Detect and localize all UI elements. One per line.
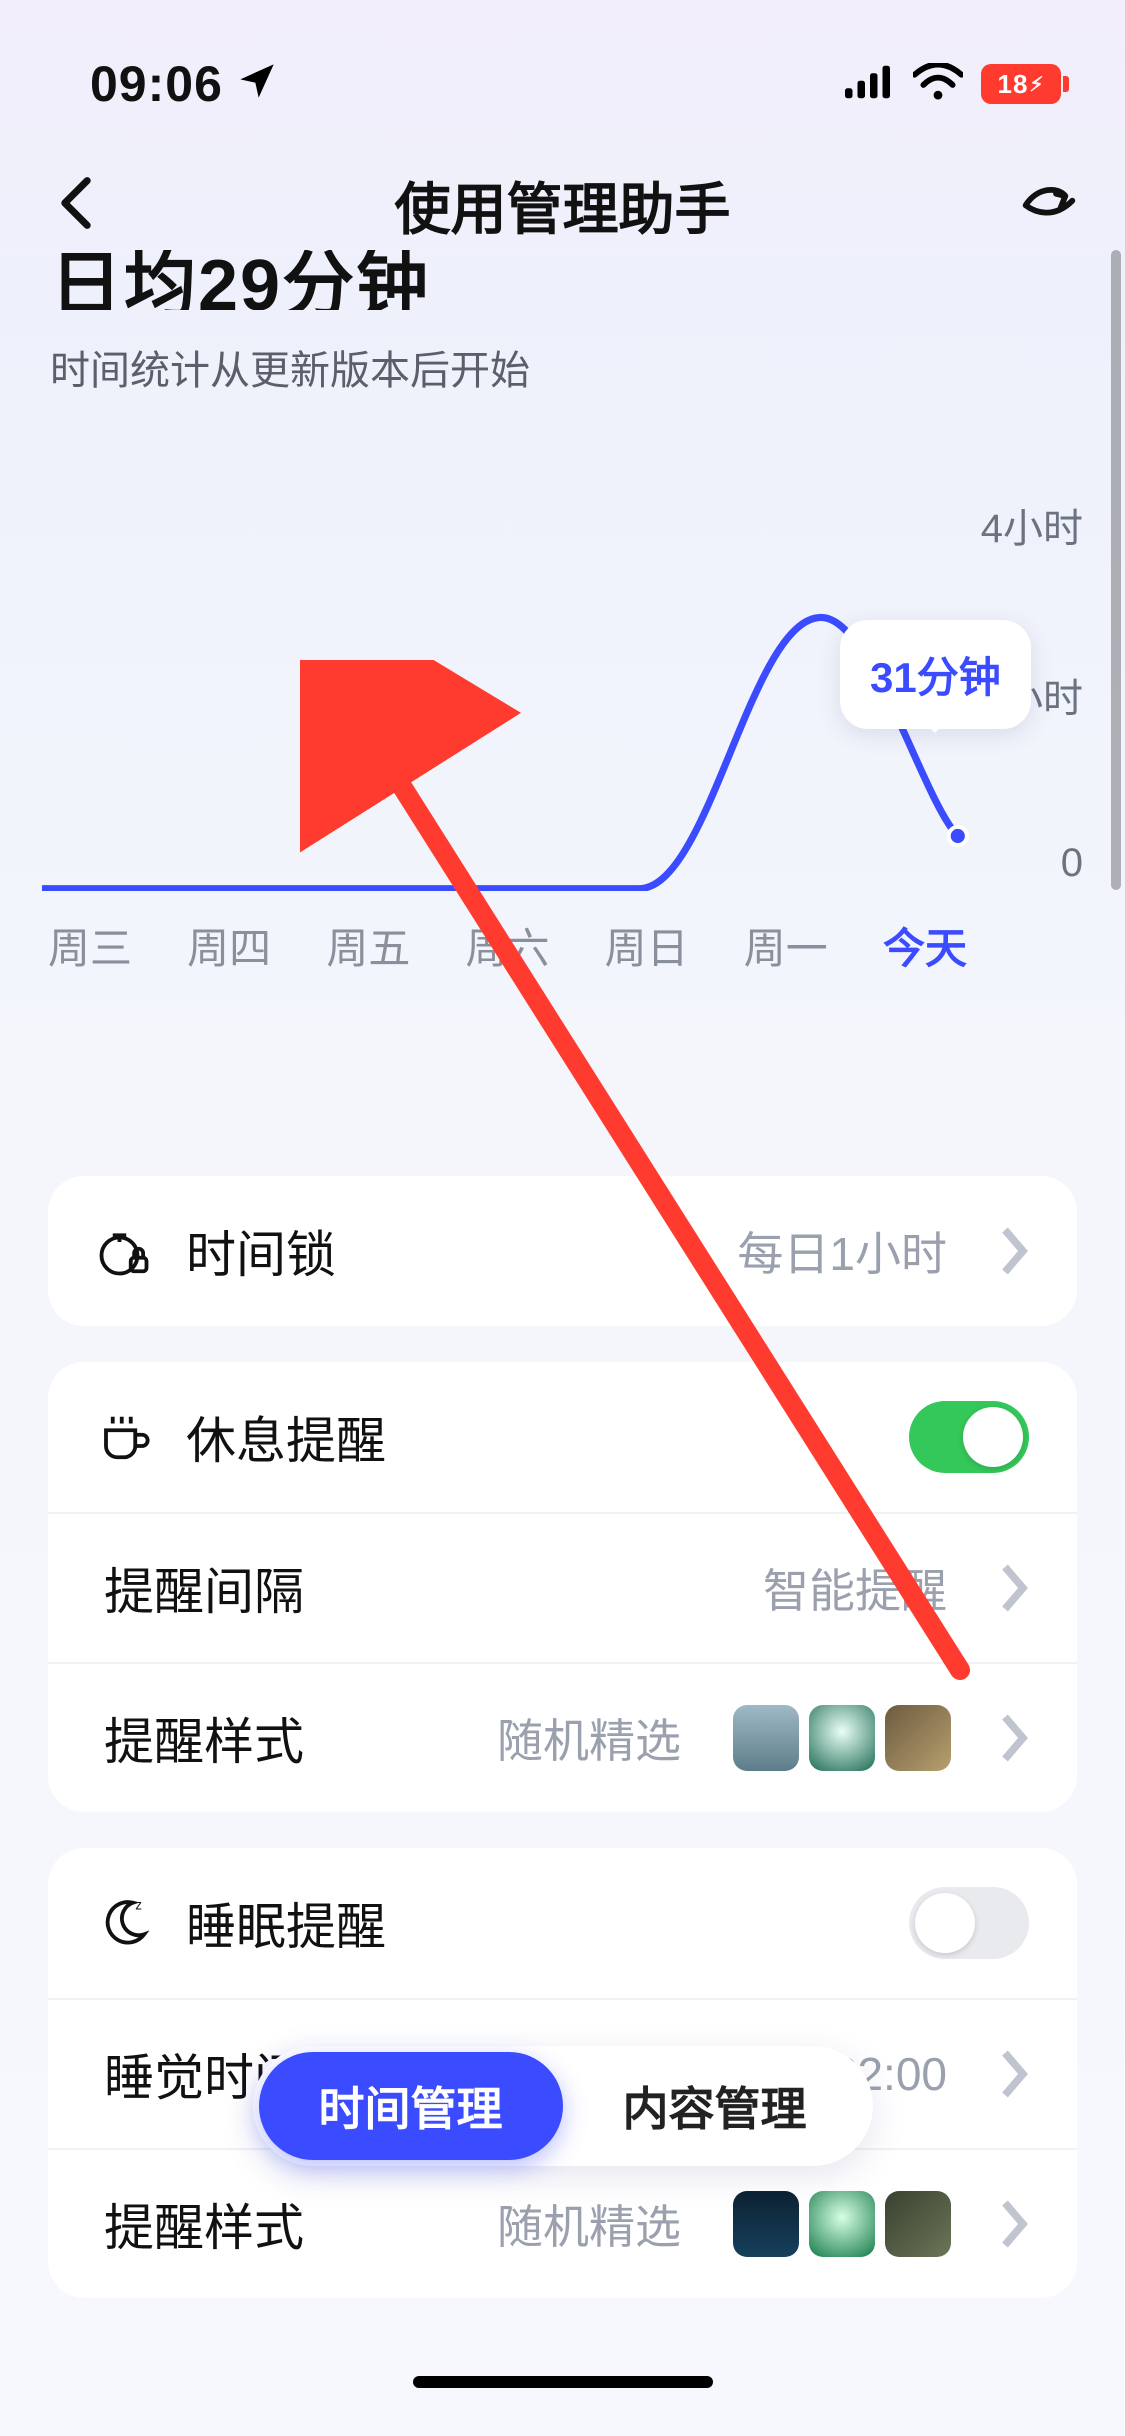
usage-summary: 日均29分钟 时间统计从更新版本后开始 <box>0 250 1125 436</box>
scroll-indicator[interactable] <box>1111 250 1121 890</box>
rest-reminder-row: 休息提醒 <box>48 1362 1077 1512</box>
time-lock-value: 每日1小时 <box>737 1218 947 1284</box>
rest-interval-value: 智能提醒 <box>763 1555 947 1621</box>
y-tick: 4小时 <box>963 496 1083 554</box>
chevron-right-icon <box>999 1714 1029 1762</box>
rest-reminder-toggle[interactable] <box>909 1401 1029 1473</box>
chart-line <box>42 496 973 891</box>
chevron-right-icon <box>999 2200 1029 2248</box>
home-indicator[interactable] <box>413 2376 713 2388</box>
bottom-tabs: 时间管理 内容管理 <box>253 2046 873 2166</box>
chart-tooltip: 31分钟 <box>840 620 1031 729</box>
tab-content-management[interactable]: 内容管理 <box>563 2052 867 2160</box>
sleep-style-thumbs <box>733 2191 951 2257</box>
rest-style-label: 提醒样式 <box>104 1702 304 1774</box>
cup-icon <box>96 1409 152 1465</box>
page-title: 使用管理助手 <box>395 165 731 246</box>
sleep-style-value: 随机精选 <box>497 2191 681 2257</box>
rest-reminder-card: 休息提醒 提醒间隔 智能提醒 提醒样式 随机精选 <box>48 1362 1077 1812</box>
wifi-icon <box>913 55 963 113</box>
battery-percent: 18 <box>998 69 1029 100</box>
location-icon <box>237 55 277 113</box>
share-button[interactable] <box>1021 175 1077 236</box>
thumb-icon <box>885 1705 951 1771</box>
y-tick: 0 <box>963 841 1083 886</box>
x-tick[interactable]: 周六 <box>465 915 549 976</box>
chevron-right-icon <box>999 2050 1029 2098</box>
summary-headline: 日均29分钟 <box>50 250 1075 310</box>
tab-time-management[interactable]: 时间管理 <box>259 2052 563 2160</box>
tooltip-label: 31分钟 <box>870 654 1001 701</box>
rest-interval-label: 提醒间隔 <box>104 1552 304 1624</box>
rest-style-row[interactable]: 提醒样式 随机精选 <box>48 1662 1077 1812</box>
stopwatch-lock-icon <box>96 1223 152 1279</box>
back-button[interactable] <box>48 175 104 236</box>
summary-subline: 时间统计从更新版本后开始 <box>50 338 1075 396</box>
x-tick[interactable]: 周一 <box>744 915 828 976</box>
x-tick[interactable]: 周四 <box>187 915 271 976</box>
rest-style-thumbs <box>733 1705 951 1771</box>
moon-icon: z <box>96 1895 152 1951</box>
status-time: 09:06 <box>90 55 223 113</box>
chevron-right-icon <box>999 1564 1029 1612</box>
status-bar: 09:06 18⚡︎ <box>0 0 1125 140</box>
time-lock-row[interactable]: 时间锁 每日1小时 <box>48 1176 1077 1326</box>
sleep-reminder-toggle[interactable] <box>909 1887 1029 1959</box>
rest-interval-row[interactable]: 提醒间隔 智能提醒 <box>48 1512 1077 1662</box>
x-tick-today[interactable]: 今天 <box>883 915 967 976</box>
thumb-icon <box>809 1705 875 1771</box>
svg-text:z: z <box>135 1898 142 1913</box>
chevron-right-icon <box>999 1227 1029 1275</box>
sleep-reminder-label: 睡眠提醒 <box>186 1887 386 1959</box>
thumb-icon <box>809 2191 875 2257</box>
usage-chart[interactable]: 4小时 小时 0 31分钟 周三 周四 周五 周六 周日 周一 今天 <box>0 436 1125 976</box>
x-tick[interactable]: 周三 <box>48 915 132 976</box>
time-lock-label: 时间锁 <box>186 1215 336 1287</box>
sleep-reminder-row: z 睡眠提醒 <box>48 1848 1077 1998</box>
thumb-icon <box>733 2191 799 2257</box>
charging-icon: ⚡︎ <box>1029 72 1044 97</box>
rest-reminder-label: 休息提醒 <box>186 1401 386 1473</box>
sleep-style-label: 提醒样式 <box>104 2188 304 2260</box>
x-tick[interactable]: 周五 <box>326 915 410 976</box>
time-lock-card: 时间锁 每日1小时 <box>48 1176 1077 1326</box>
thumb-icon <box>885 2191 951 2257</box>
cellular-signal-icon <box>845 55 895 113</box>
chart-x-axis: 周三 周四 周五 周六 周日 周一 今天 <box>42 915 973 976</box>
sleep-style-row[interactable]: 提醒样式 随机精选 <box>48 2148 1077 2298</box>
thumb-icon <box>733 1705 799 1771</box>
chart-point-today <box>949 827 967 845</box>
rest-style-value: 随机精选 <box>497 1705 681 1771</box>
battery-indicator: 18⚡︎ <box>981 64 1061 104</box>
x-tick[interactable]: 周日 <box>605 915 689 976</box>
